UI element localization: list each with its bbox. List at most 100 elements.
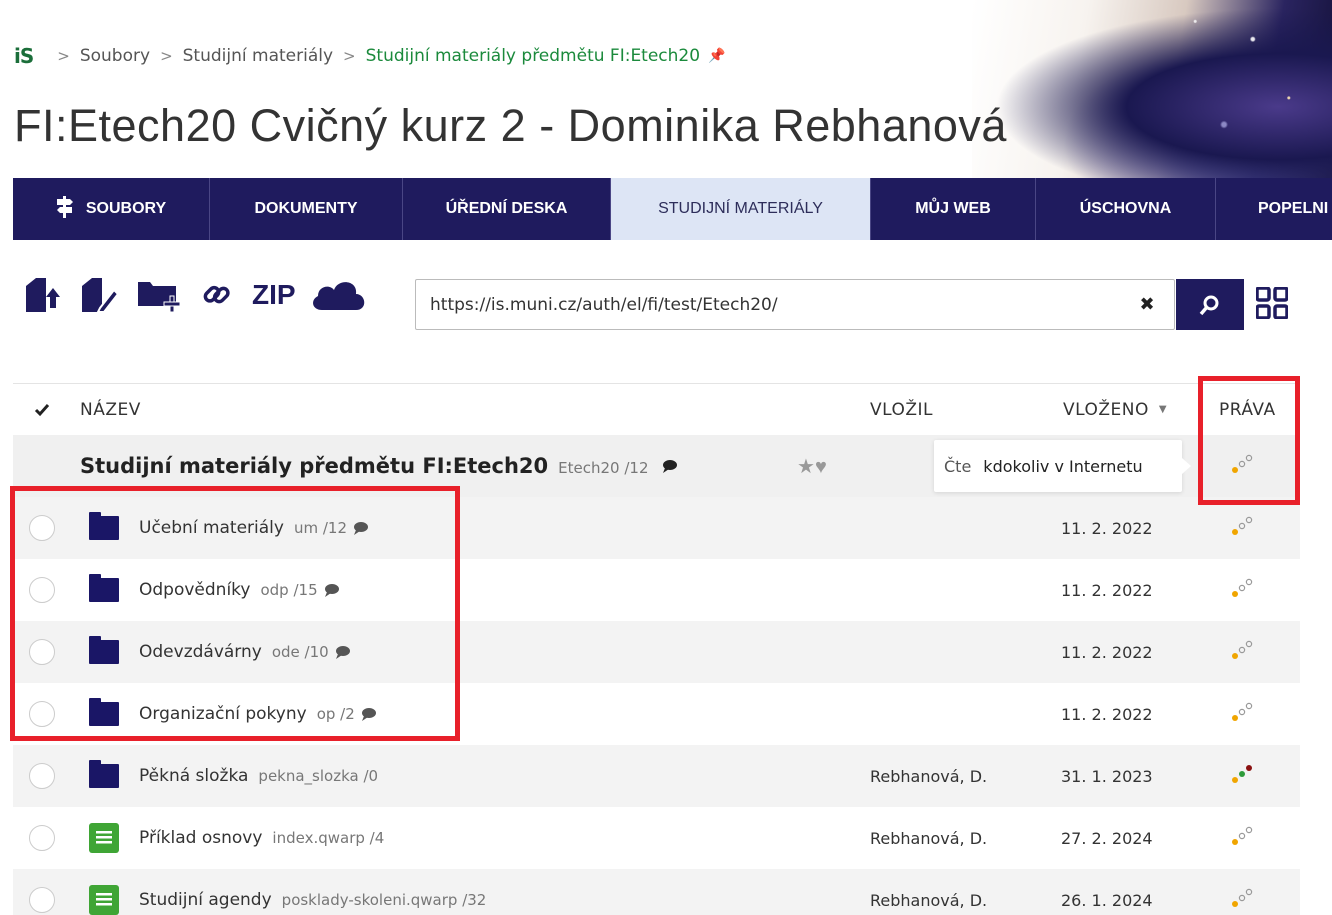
item-name[interactable]: Odevzdávárny [139, 642, 262, 662]
breadcrumb-current[interactable]: Studijní materiály předmětu FI:Etech20 [366, 46, 700, 66]
signpost-icon [56, 195, 74, 223]
table-row[interactable]: Odpovědníky odp /15 11. 2. 2022 [13, 559, 1300, 621]
comment-icon[interactable] [662, 459, 678, 473]
pin-icon[interactable]: 📌 [708, 48, 725, 64]
header-nazev[interactable]: NÁZEV [80, 400, 141, 420]
tab-muj-web[interactable]: MŮJ WEB [871, 178, 1036, 240]
item-uploader[interactable]: Rebhanová, D. [870, 767, 987, 786]
item-short-name: op /2 [316, 705, 355, 723]
table-row[interactable]: Učební materiály um /12 11. 2. 2022 [13, 497, 1300, 559]
item-name[interactable]: Pěkná složka [139, 766, 248, 786]
permissions-icon[interactable] [1231, 701, 1255, 727]
row-select-radio[interactable] [29, 763, 55, 789]
chevron-right-icon: > [160, 47, 173, 65]
folder-icon [89, 698, 119, 726]
select-all-check-icon[interactable] [13, 403, 71, 417]
parent-folder-name: Studijní materiály předmětu FI:Etech20 [80, 454, 549, 478]
tab-studijni-materialy[interactable]: STUDIJNÍ MATERIÁLY [611, 178, 871, 240]
toolbar: ZIP [24, 278, 388, 312]
row-select-radio[interactable] [29, 515, 55, 541]
item-name[interactable]: Příklad osnovy [139, 828, 262, 848]
tab-uredni-deska[interactable]: ÚŘEDNÍ DESKA [403, 178, 611, 240]
cloud-icon[interactable] [310, 278, 368, 312]
item-uploader[interactable]: Rebhanová, D. [870, 891, 987, 910]
table-row[interactable]: Studijní agendy posklady-skoleni.qwarp /3… [13, 869, 1300, 915]
item-uploader[interactable]: Rebhanová, D. [870, 829, 987, 848]
comment-icon[interactable] [361, 707, 377, 721]
upload-file-icon[interactable] [24, 278, 60, 312]
tab-popelnice[interactable]: POPELNI [1216, 178, 1332, 240]
item-date: 26. 1. 2024 [1061, 890, 1153, 910]
item-date: 11. 2. 2022 [1061, 704, 1153, 724]
permissions-icon[interactable] [1231, 515, 1255, 541]
row-select-radio[interactable] [29, 701, 55, 727]
file-table: NÁZEV VLOŽIL VLOŽENO ▼ PRÁVA Studijní ma… [13, 383, 1300, 915]
item-short-name: odp /15 [260, 581, 318, 599]
header-banner-image [972, 0, 1332, 178]
folder-icon [89, 760, 119, 788]
item-date: 27. 2. 2024 [1061, 828, 1153, 848]
permissions-icon[interactable] [1231, 453, 1255, 480]
page-title: FI:Etech20 Cvičný kurz 2 - Dominika Rebh… [14, 100, 1007, 151]
permissions-icon[interactable] [1231, 887, 1255, 913]
item-short-name: pekna_slozka /0 [258, 767, 379, 785]
item-name[interactable]: Učební materiály [139, 518, 284, 538]
table-row[interactable]: Pěkná složka pekna_slozka /0 Rebhanová, D.… [13, 745, 1300, 807]
link-icon[interactable] [202, 280, 232, 310]
header-vlozeno-group[interactable]: VLOŽENO ▼ [1063, 400, 1167, 420]
parent-folder-link[interactable]: Studijní materiály předmětu FI:Etech20 Et… [80, 454, 678, 478]
new-folder-icon[interactable] [138, 278, 182, 312]
breadcrumb-soubory[interactable]: Soubory [80, 46, 150, 66]
tab-dokumenty[interactable]: DOKUMENTY [210, 178, 403, 240]
table-header: NÁZEV VLOŽIL VLOŽENO ▼ PRÁVA [13, 383, 1300, 435]
grid-view-icon[interactable] [1255, 286, 1289, 324]
tooltip-label: Čte [944, 456, 972, 476]
chevron-right-icon: > [343, 47, 356, 65]
breadcrumb-studijni-materialy[interactable]: Studijní materiály [183, 46, 333, 66]
header-vlozeno: VLOŽENO [1063, 399, 1149, 420]
header-prava[interactable]: PRÁVA [1219, 400, 1276, 420]
header-vlozil[interactable]: VLOŽIL [870, 400, 933, 420]
item-name[interactable]: Odpovědníky [139, 580, 250, 600]
is-logo[interactable]: iS [14, 44, 34, 68]
table-row[interactable]: Příklad osnovy index.qwarp /4 Rebhanová, D… [13, 807, 1300, 869]
row-select-radio[interactable] [29, 825, 55, 851]
item-name[interactable]: Studijní agendy [139, 890, 272, 910]
main-nav: SOUBORY DOKUMENTY ÚŘEDNÍ DESKA STUDIJNÍ … [13, 178, 1332, 240]
item-date: 11. 2. 2022 [1061, 642, 1153, 662]
permissions-icon[interactable] [1231, 639, 1255, 665]
favorite-icons: ★♥ [797, 454, 827, 479]
row-select-radio[interactable] [29, 639, 55, 665]
comment-icon[interactable] [324, 583, 340, 597]
table-body: Učební materiály um /12 11. 2. 2022 Odpověd… [13, 497, 1300, 915]
breadcrumb: iS > Soubory > Studijní materiály > Stud… [14, 44, 726, 68]
zip-button[interactable]: ZIP [252, 279, 296, 311]
list-document-icon [89, 823, 119, 853]
row-select-radio[interactable] [29, 577, 55, 603]
permissions-icon[interactable] [1231, 763, 1255, 789]
chevron-right-icon: > [57, 47, 70, 65]
item-short-name: index.qwarp /4 [272, 829, 385, 847]
row-select-radio[interactable] [29, 887, 55, 913]
edit-file-icon[interactable] [80, 278, 118, 312]
parent-folder-short: Etech20 /12 [558, 459, 649, 477]
parent-folder-row: Studijní materiály předmětu FI:Etech20 Et… [13, 435, 1300, 497]
tab-soubory[interactable]: SOUBORY [13, 178, 210, 240]
star-icon[interactable]: ★ [797, 456, 815, 478]
search-button[interactable] [1176, 279, 1244, 330]
permissions-icon[interactable] [1231, 825, 1255, 851]
permissions-icon[interactable] [1231, 577, 1255, 603]
tab-uschovna[interactable]: ÚSCHOVNA [1036, 178, 1216, 240]
url-input[interactable]: https://is.muni.cz/auth/el/fi/test/Etech… [415, 279, 1175, 330]
clear-icon[interactable]: ✖ [1132, 289, 1162, 319]
heart-icon[interactable]: ♥ [815, 456, 827, 478]
table-row[interactable]: Organizační pokyny op /2 11. 2. 2022 [13, 683, 1300, 745]
table-row[interactable]: Odevzdávárny ode /10 11. 2. 2022 [13, 621, 1300, 683]
item-date: 31. 1. 2023 [1061, 766, 1153, 786]
search-icon [1199, 295, 1219, 315]
comment-icon[interactable] [335, 645, 351, 659]
comment-icon[interactable] [353, 521, 369, 535]
item-name[interactable]: Organizační pokyny [139, 704, 307, 724]
folder-icon [89, 574, 119, 602]
sort-down-icon: ▼ [1158, 404, 1168, 415]
